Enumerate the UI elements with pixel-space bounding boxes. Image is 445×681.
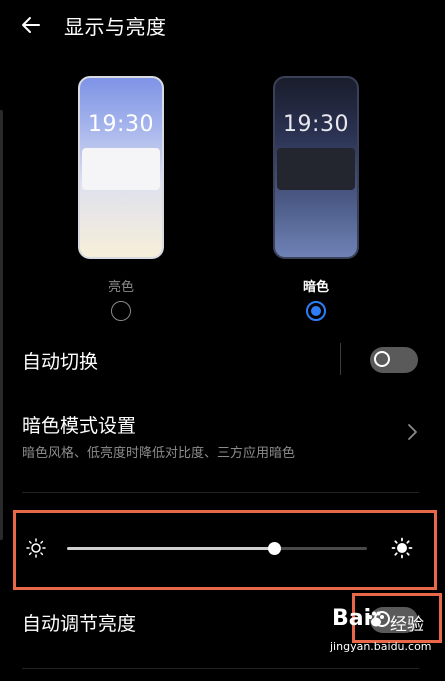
watermark-url: jingyan.baidu.com (330, 640, 432, 653)
light-theme-radio[interactable] (111, 301, 131, 321)
back-button[interactable] (16, 10, 46, 40)
preview-time: 19:30 (283, 112, 349, 137)
arrow-left-icon (22, 17, 40, 33)
brightness-slider[interactable] (67, 542, 367, 555)
dark-theme-preview[interactable]: 19:30 (273, 76, 359, 259)
light-theme-preview[interactable]: 19:30 (78, 76, 164, 259)
section-divider (22, 492, 419, 493)
watermark-suffix: 经验 (390, 615, 424, 635)
auto-brightness-label: 自动调节亮度 (22, 613, 137, 635)
row-divider (340, 343, 341, 375)
dark-mode-settings-subtitle: 暗色风格、低亮度时降低对比度、三方应用暗色 (22, 446, 296, 461)
auto-switch-toggle[interactable] (370, 347, 418, 373)
paw-icon (368, 611, 384, 627)
sun-outline-icon (26, 538, 46, 558)
light-theme-label: 亮色 (107, 280, 134, 295)
preview-card (277, 148, 355, 190)
brightness-slider-thumb[interactable] (268, 542, 281, 555)
dark-theme-radio[interactable] (306, 301, 326, 321)
auto-switch-label: 自动切换 (22, 351, 99, 373)
brightness-highlight-box (13, 510, 437, 590)
toggle-knob (374, 351, 390, 367)
preview-time: 19:30 (88, 112, 154, 137)
sun-filled-icon (391, 537, 413, 559)
dark-mode-settings-label[interactable]: 暗色模式设置 (22, 411, 136, 438)
dark-theme-label: 暗色 (302, 280, 329, 295)
baidu-watermark: Bai 经验 jingyan.baidu.com (330, 606, 445, 681)
left-edge-bar (0, 110, 3, 540)
preview-card (82, 148, 160, 190)
page-title: 显示与亮度 (64, 15, 167, 39)
chevron-right-icon[interactable] (402, 422, 422, 442)
brightness-slider-fill (67, 547, 274, 550)
